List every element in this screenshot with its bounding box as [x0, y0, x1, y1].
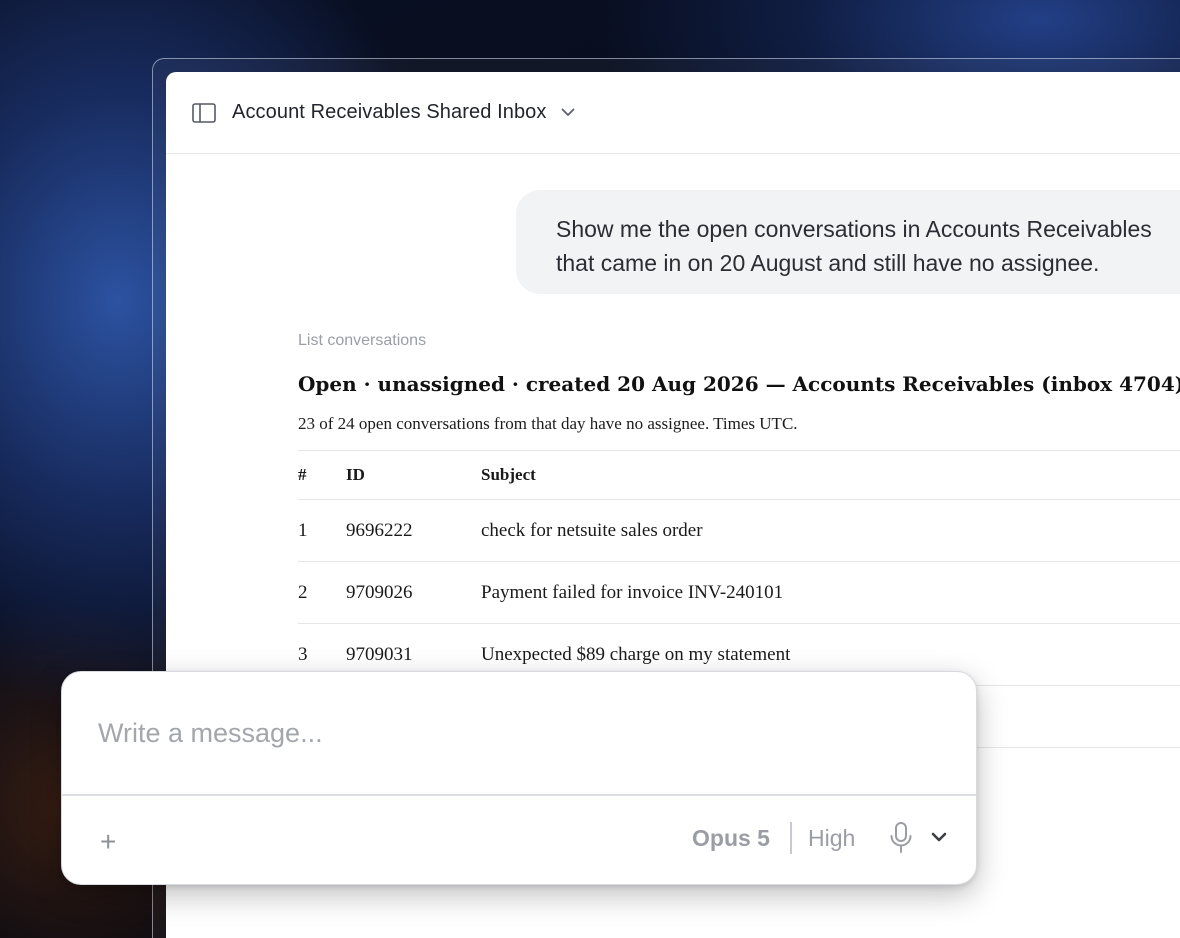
effort-selector[interactable]: High — [808, 825, 855, 852]
table-row[interactable]: 1 9696222 check for netsuite sales order — [298, 499, 1180, 561]
column-header-id: ID — [346, 465, 365, 484]
column-header-number: # — [298, 465, 307, 484]
conversation-id: 9709031 — [346, 643, 413, 665]
column-header-subject: Subject — [481, 465, 536, 484]
row-number: 2 — [298, 581, 308, 603]
title-bar: Account Receivables Shared Inbox — [166, 72, 1180, 154]
message-composer: + Opus 5 High — [61, 671, 977, 885]
conversation-subject: check for netsuite sales order — [481, 519, 703, 541]
row-number: 3 — [298, 643, 308, 665]
inbox-title[interactable]: Account Receivables Shared Inbox — [232, 101, 547, 124]
user-message-line-2: that came in on 20 August and still have… — [556, 250, 1100, 276]
table-row[interactable]: 2 9709026 Payment failed for invoice INV… — [298, 561, 1180, 623]
conversation-id: 9709026 — [346, 581, 413, 603]
result-title: Open · unassigned · created 20 Aug 2026 … — [298, 372, 1180, 396]
conversation-subject: Payment failed for invoice INV-240101 — [481, 581, 784, 603]
message-input[interactable] — [62, 672, 976, 794]
microphone-icon[interactable] — [888, 821, 914, 860]
table-header-row: # ID Subject — [298, 450, 1180, 499]
model-selector[interactable]: Opus 5 — [692, 825, 770, 852]
row-number: 1 — [298, 519, 308, 541]
sidebar-toggle-icon[interactable] — [192, 102, 216, 123]
add-attachment-button[interactable]: + — [100, 827, 116, 857]
chevron-down-icon[interactable] — [561, 108, 575, 117]
conversation-id: 9696222 — [346, 519, 413, 541]
conversation-subject: Unexpected $89 charge on my statement — [481, 643, 791, 665]
divider — [790, 822, 792, 854]
composer-divider — [62, 794, 976, 796]
tool-call-label[interactable]: List conversations — [298, 332, 426, 350]
chevron-down-icon[interactable] — [930, 830, 948, 848]
user-message-bubble: Show me the open conversations in Accoun… — [516, 190, 1180, 294]
user-message-line-1: Show me the open conversations in Accoun… — [556, 216, 1152, 242]
result-subtitle: 23 of 24 open conversations from that da… — [298, 414, 798, 433]
